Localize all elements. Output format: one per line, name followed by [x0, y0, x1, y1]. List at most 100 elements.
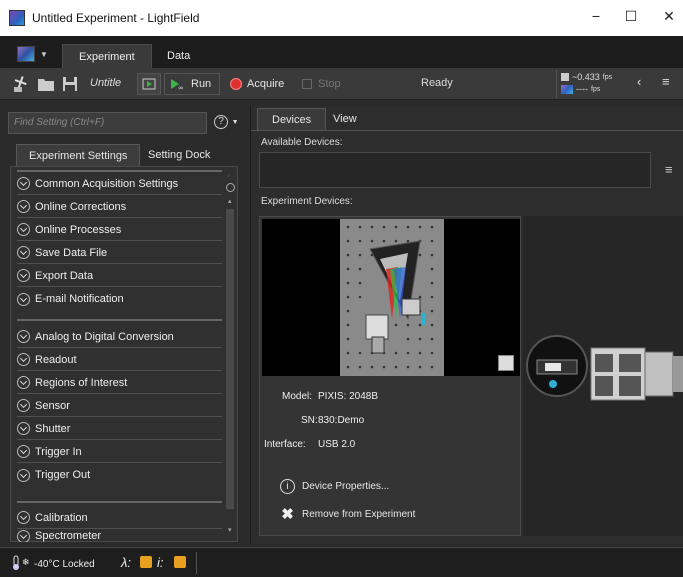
setting-online-processes[interactable]: Online Processes [17, 219, 222, 241]
setting-label: Regions of Interest [35, 376, 128, 389]
setting-label: Spectrometer [35, 530, 102, 542]
group-divider [17, 319, 222, 321]
lightfield-app-icon [9, 10, 25, 26]
acquire-button[interactable]: Acquire [225, 73, 293, 95]
setting-label: Online Processes [35, 223, 122, 236]
camera-image-panel [523, 216, 683, 536]
setting-export-data[interactable]: Export Data [17, 265, 222, 287]
setting-label: Trigger In [35, 445, 82, 458]
scroll-thumb[interactable] [226, 209, 234, 509]
available-devices-list[interactable] [259, 152, 651, 188]
setting-save-data-file[interactable]: Save Data File [17, 242, 222, 264]
chevron-down-icon: ▼ [40, 49, 48, 59]
setting-label: Analog to Digital Conversion [35, 330, 174, 343]
expand-icon [17, 511, 30, 524]
toolbar-menu-icon[interactable]: ≡ [662, 74, 670, 89]
lightfield-logo-icon [17, 46, 35, 62]
setting-email-notification[interactable]: E-mail Notification [17, 288, 222, 310]
settings-list: Common Acquisition Settings Online Corre… [10, 166, 238, 542]
experiment-name-field[interactable]: Untitle [90, 77, 121, 89]
save-icon[interactable] [60, 74, 80, 94]
status-divider [196, 552, 197, 574]
available-devices-label: Available Devices: [261, 137, 343, 148]
application-menu-button[interactable]: ▼ [17, 42, 55, 66]
tab-experiment-settings[interactable]: Experiment Settings [16, 144, 141, 166]
maximize-button[interactable]: ☐ [621, 8, 641, 25]
group-divider [17, 170, 222, 172]
expand-icon [17, 200, 30, 213]
expand-icon [17, 223, 30, 236]
setting-trigger-out[interactable]: Trigger Out [17, 464, 222, 486]
setting-readout[interactable]: Readout [17, 349, 222, 371]
ribbon: ▼ Experiment Data [0, 36, 683, 68]
expand-icon [17, 292, 30, 306]
scroll-up-icon[interactable]: ◦ [227, 171, 230, 180]
help-button[interactable]: ? ▼ [214, 112, 239, 129]
setting-label: Shutter [35, 422, 71, 435]
preview-icon [142, 78, 156, 90]
remove-from-experiment-link[interactable]: ✖ Remove from Experiment [280, 505, 415, 523]
run-button[interactable]: ∞ Run [164, 73, 220, 95]
tab-devices[interactable]: Devices [257, 108, 327, 130]
expand-icon [17, 468, 30, 482]
tab-experiment[interactable]: Experiment [62, 44, 152, 68]
setting-online-corrections[interactable]: Online Corrections [17, 196, 222, 218]
device-properties-label: Device Properties... [302, 481, 390, 492]
preview-button[interactable] [137, 73, 161, 95]
setting-calibration[interactable]: Calibration [17, 507, 222, 529]
tab-setting-dock[interactable]: Setting Dock [136, 144, 222, 166]
setting-label: Trigger Out [35, 469, 91, 481]
expand-icon [17, 353, 30, 366]
setting-trigger-in[interactable]: Trigger In [17, 441, 222, 463]
tab-view[interactable]: View [319, 108, 371, 130]
interface-label: Interface: [264, 439, 306, 450]
chevron-down-icon: ▼ [231, 119, 239, 126]
sn-value: 830:Demo [318, 415, 365, 426]
settings-scrollbar[interactable]: ◦ ▴ ▾ [226, 171, 236, 539]
model-value: PIXIS: 2048B [318, 391, 379, 402]
status-ready: Ready [421, 77, 453, 89]
record-icon [230, 78, 242, 90]
close-button[interactable]: ✕ [659, 8, 679, 25]
device-card[interactable]: Model: PIXIS: 2048B SN: 830:Demo Interfa… [259, 216, 521, 536]
lambda-label: λ: [121, 555, 132, 570]
expand-icon [17, 269, 30, 282]
sn-label: SN: [301, 415, 318, 426]
setting-sensor[interactable]: Sensor [17, 395, 222, 417]
frame-rate-readout: ~0.433 fps ---- fps [561, 72, 612, 94]
scroll-arrow-up-icon[interactable]: ▴ [228, 197, 232, 205]
info-icon: i [280, 479, 295, 494]
tab-data[interactable]: Data [151, 44, 206, 68]
expand-image-icon[interactable] [498, 355, 514, 371]
setting-label: Common Acquisition Settings [35, 177, 179, 190]
setting-adc[interactable]: Analog to Digital Conversion [17, 326, 222, 348]
setting-common-acquisition[interactable]: Common Acquisition Settings [17, 173, 222, 195]
snowflake-icon: ❄ [22, 557, 30, 567]
expand-icon [17, 530, 30, 542]
device-properties-link[interactable]: i Device Properties... [280, 479, 389, 494]
new-experiment-icon[interactable] [10, 74, 30, 94]
setting-label: Sensor [35, 399, 70, 412]
setting-spectrometer[interactable]: Spectrometer [17, 530, 222, 542]
stop-icon [302, 79, 312, 89]
setting-shutter[interactable]: Shutter [17, 418, 222, 440]
collapse-all-icon[interactable] [226, 183, 235, 192]
stop-button[interactable]: Stop [297, 73, 347, 95]
collapse-chevron-icon[interactable]: ‹ [637, 74, 641, 89]
svg-text:∞: ∞ [178, 84, 184, 91]
scroll-arrow-down-icon[interactable]: ▾ [228, 526, 232, 534]
run-label: Run [191, 78, 212, 90]
setting-regions-of-interest[interactable]: Regions of Interest [17, 372, 222, 394]
run-play-icon: ∞ [171, 79, 184, 91]
expand-icon [17, 445, 30, 458]
open-folder-icon[interactable] [36, 74, 56, 94]
status-bar: ❄ -40°C Locked λ: i: [0, 547, 683, 577]
available-menu-icon[interactable]: ≡ [665, 162, 673, 177]
temperature-status: -40°C Locked [34, 559, 95, 570]
remove-label: Remove from Experiment [302, 508, 416, 520]
minimize-button[interactable]: − [586, 8, 606, 24]
setting-label: E-mail Notification [35, 293, 124, 305]
find-setting-input[interactable]: Find Setting (Ctrl+F) [8, 112, 207, 134]
wavelength-warning-icon[interactable] [140, 556, 152, 568]
intensity-warning-icon[interactable] [174, 556, 186, 568]
